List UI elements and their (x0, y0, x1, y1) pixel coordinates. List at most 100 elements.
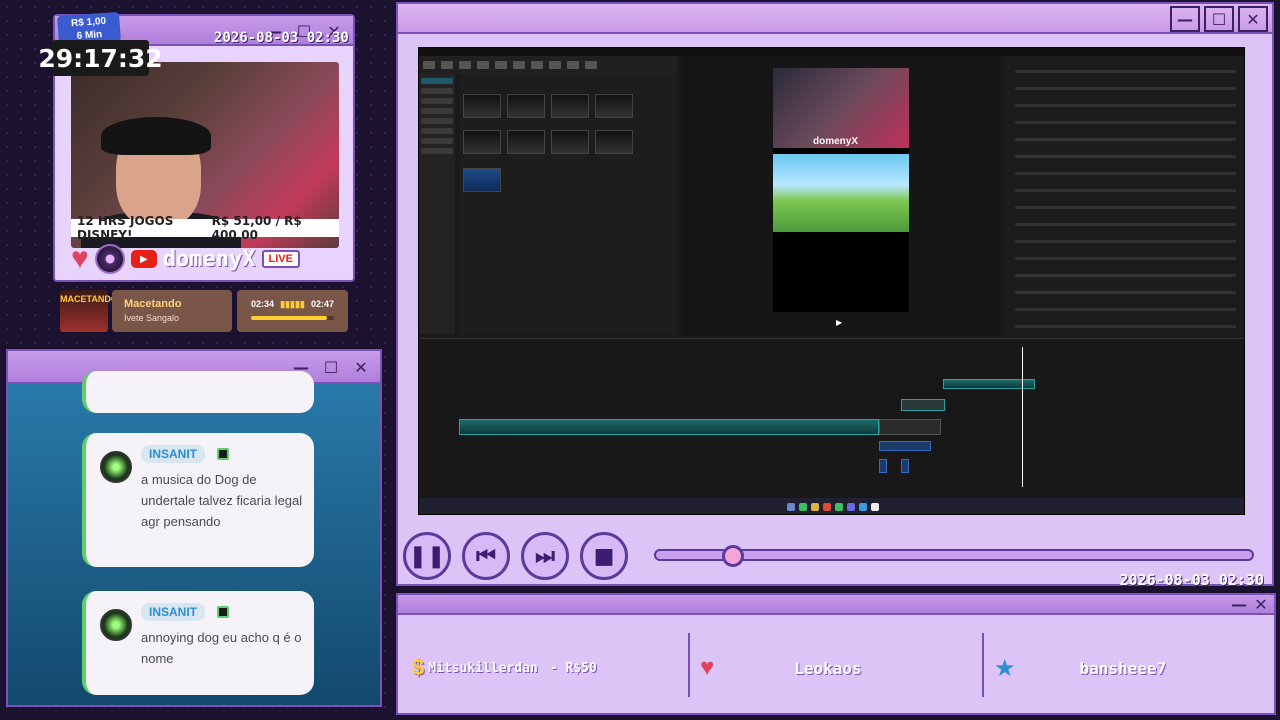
media-thumbnail[interactable] (595, 130, 633, 154)
chat-message: INSANIT a musica do Dog de undertale tal… (82, 433, 314, 567)
media-thumbnail[interactable] (507, 130, 545, 154)
media-sidebar-item[interactable] (421, 118, 453, 124)
property-row[interactable] (1015, 308, 1236, 311)
donation-alert: $ Mitsukillerdan - R$50 (412, 625, 688, 711)
media-sidebar-item[interactable] (421, 88, 453, 94)
next-button[interactable]: ⏭ (521, 532, 569, 580)
property-row[interactable] (1015, 70, 1236, 73)
user-badge-icon (217, 605, 230, 618)
sticker-tool-icon[interactable] (477, 61, 489, 69)
chat-username: INSANIT (141, 603, 205, 621)
chat-message-text: a musica do Dog de undertale talvez fica… (141, 472, 303, 529)
chat-bubble-previous (82, 371, 314, 413)
property-row[interactable] (1015, 138, 1236, 141)
close-button[interactable]: ✕ (1248, 593, 1274, 615)
user-avatar (100, 451, 132, 483)
property-row[interactable] (1015, 189, 1236, 192)
timeline-clip[interactable] (879, 459, 887, 473)
property-row[interactable] (1015, 155, 1236, 158)
property-row[interactable] (1015, 274, 1236, 277)
media-thumbnail[interactable] (551, 94, 589, 118)
seek-bar[interactable] (654, 545, 1254, 567)
live-badge: LIVE (261, 250, 300, 268)
property-row[interactable] (1015, 87, 1236, 90)
timeline-playhead[interactable] (1022, 347, 1023, 487)
adjust-tool-icon[interactable] (567, 61, 579, 69)
timeline-clip[interactable] (901, 399, 945, 411)
captions-tool-icon[interactable] (531, 61, 543, 69)
property-row[interactable] (1015, 223, 1236, 226)
media-sidebar-item[interactable] (421, 128, 453, 134)
now-playing-info: Macetando Ivete Sangalo (112, 290, 232, 332)
media-sidebar-item[interactable] (421, 78, 453, 84)
property-row[interactable] (1015, 240, 1236, 243)
editor-menubar (419, 48, 1244, 56)
video-preview-panel: domenyX ▶ (681, 56, 1001, 336)
timeline-clip[interactable] (901, 459, 909, 473)
media-thumbnail[interactable] (551, 130, 589, 154)
property-row[interactable] (1015, 257, 1236, 260)
skip-forward-icon: ⏭ (535, 543, 555, 569)
webcam-datetime: 2026-08-03 02:30 (214, 30, 349, 46)
editor-window: — ☐ ✕ domenyX ▶ (396, 2, 1274, 586)
effects-tool-icon[interactable] (495, 61, 507, 69)
audio-tool-icon[interactable] (441, 61, 453, 69)
alerts-titlebar: — ✕ (398, 595, 1274, 615)
media-tool-icon[interactable] (423, 61, 435, 69)
timeline-clip[interactable] (879, 419, 941, 435)
promo-bar: 12 HRS JOGOS DISNEY! R$ 51,00 / R$ 400,0… (71, 214, 339, 242)
discord-icon[interactable] (846, 503, 855, 511)
templates-tool-icon[interactable] (585, 61, 597, 69)
property-row[interactable] (1015, 172, 1236, 175)
media-sidebar-item[interactable] (421, 108, 453, 114)
property-row[interactable] (1015, 206, 1236, 209)
edge-icon[interactable] (858, 503, 867, 511)
media-thumbnail[interactable] (463, 130, 501, 154)
brand-row: ♥ ▶ domenyX LIVE (71, 239, 339, 279)
explorer-icon[interactable] (810, 503, 819, 511)
preview-play-icon[interactable]: ▶ (836, 318, 842, 327)
text-tool-icon[interactable] (459, 61, 471, 69)
filters-tool-icon[interactable] (549, 61, 561, 69)
close-button[interactable]: ✕ (348, 356, 374, 378)
close-button[interactable]: ✕ (1238, 6, 1268, 32)
chat-message-text: annoying dog eu acho q é o nome (141, 630, 302, 666)
editor-datetime: 2026-08-03 02:30 (1119, 571, 1265, 589)
media-thumbnail[interactable] (507, 94, 545, 118)
media-thumbnail[interactable] (463, 94, 501, 118)
transitions-tool-icon[interactable] (513, 61, 525, 69)
chrome-icon[interactable] (822, 503, 831, 511)
pause-icon: ❚❚ (408, 543, 446, 569)
album-cover: MACETANDO (60, 290, 118, 332)
media-library (459, 74, 677, 334)
property-row[interactable] (1015, 325, 1236, 328)
pause-button[interactable]: ❚❚ (403, 532, 451, 580)
property-row[interactable] (1015, 104, 1236, 107)
media-thumbnail[interactable] (463, 168, 501, 192)
previous-button[interactable]: ⏮ (462, 532, 510, 580)
capcut-icon[interactable] (870, 503, 879, 511)
song-total: 02:47 (310, 299, 334, 309)
skip-back-icon: ⏮ (476, 543, 496, 569)
maximize-button[interactable]: ☐ (1204, 6, 1234, 32)
timeline-clip[interactable] (459, 419, 879, 435)
windows-taskbar (419, 498, 1244, 514)
property-row[interactable] (1015, 291, 1236, 294)
whatsapp-icon[interactable] (798, 503, 807, 511)
media-thumbnail[interactable] (595, 94, 633, 118)
stream-timer: 29:17:32 (38, 40, 163, 76)
maximize-button[interactable]: ☐ (318, 356, 344, 378)
media-sidebar-item[interactable] (421, 98, 453, 104)
spotify-icon[interactable] (834, 503, 843, 511)
timeline-clip[interactable] (879, 441, 931, 451)
property-row[interactable] (1015, 121, 1236, 124)
follower-username: Leokaos (794, 658, 862, 678)
start-icon[interactable] (786, 503, 795, 511)
media-sidebar-item[interactable] (421, 148, 453, 154)
stop-button[interactable]: ■ (580, 532, 628, 580)
media-sidebar-item[interactable] (421, 138, 453, 144)
timeline-panel (419, 338, 1244, 498)
stop-icon: ■ (593, 543, 615, 569)
minimize-button[interactable]: — (1170, 6, 1200, 32)
channel-name: domenyX (162, 246, 256, 272)
